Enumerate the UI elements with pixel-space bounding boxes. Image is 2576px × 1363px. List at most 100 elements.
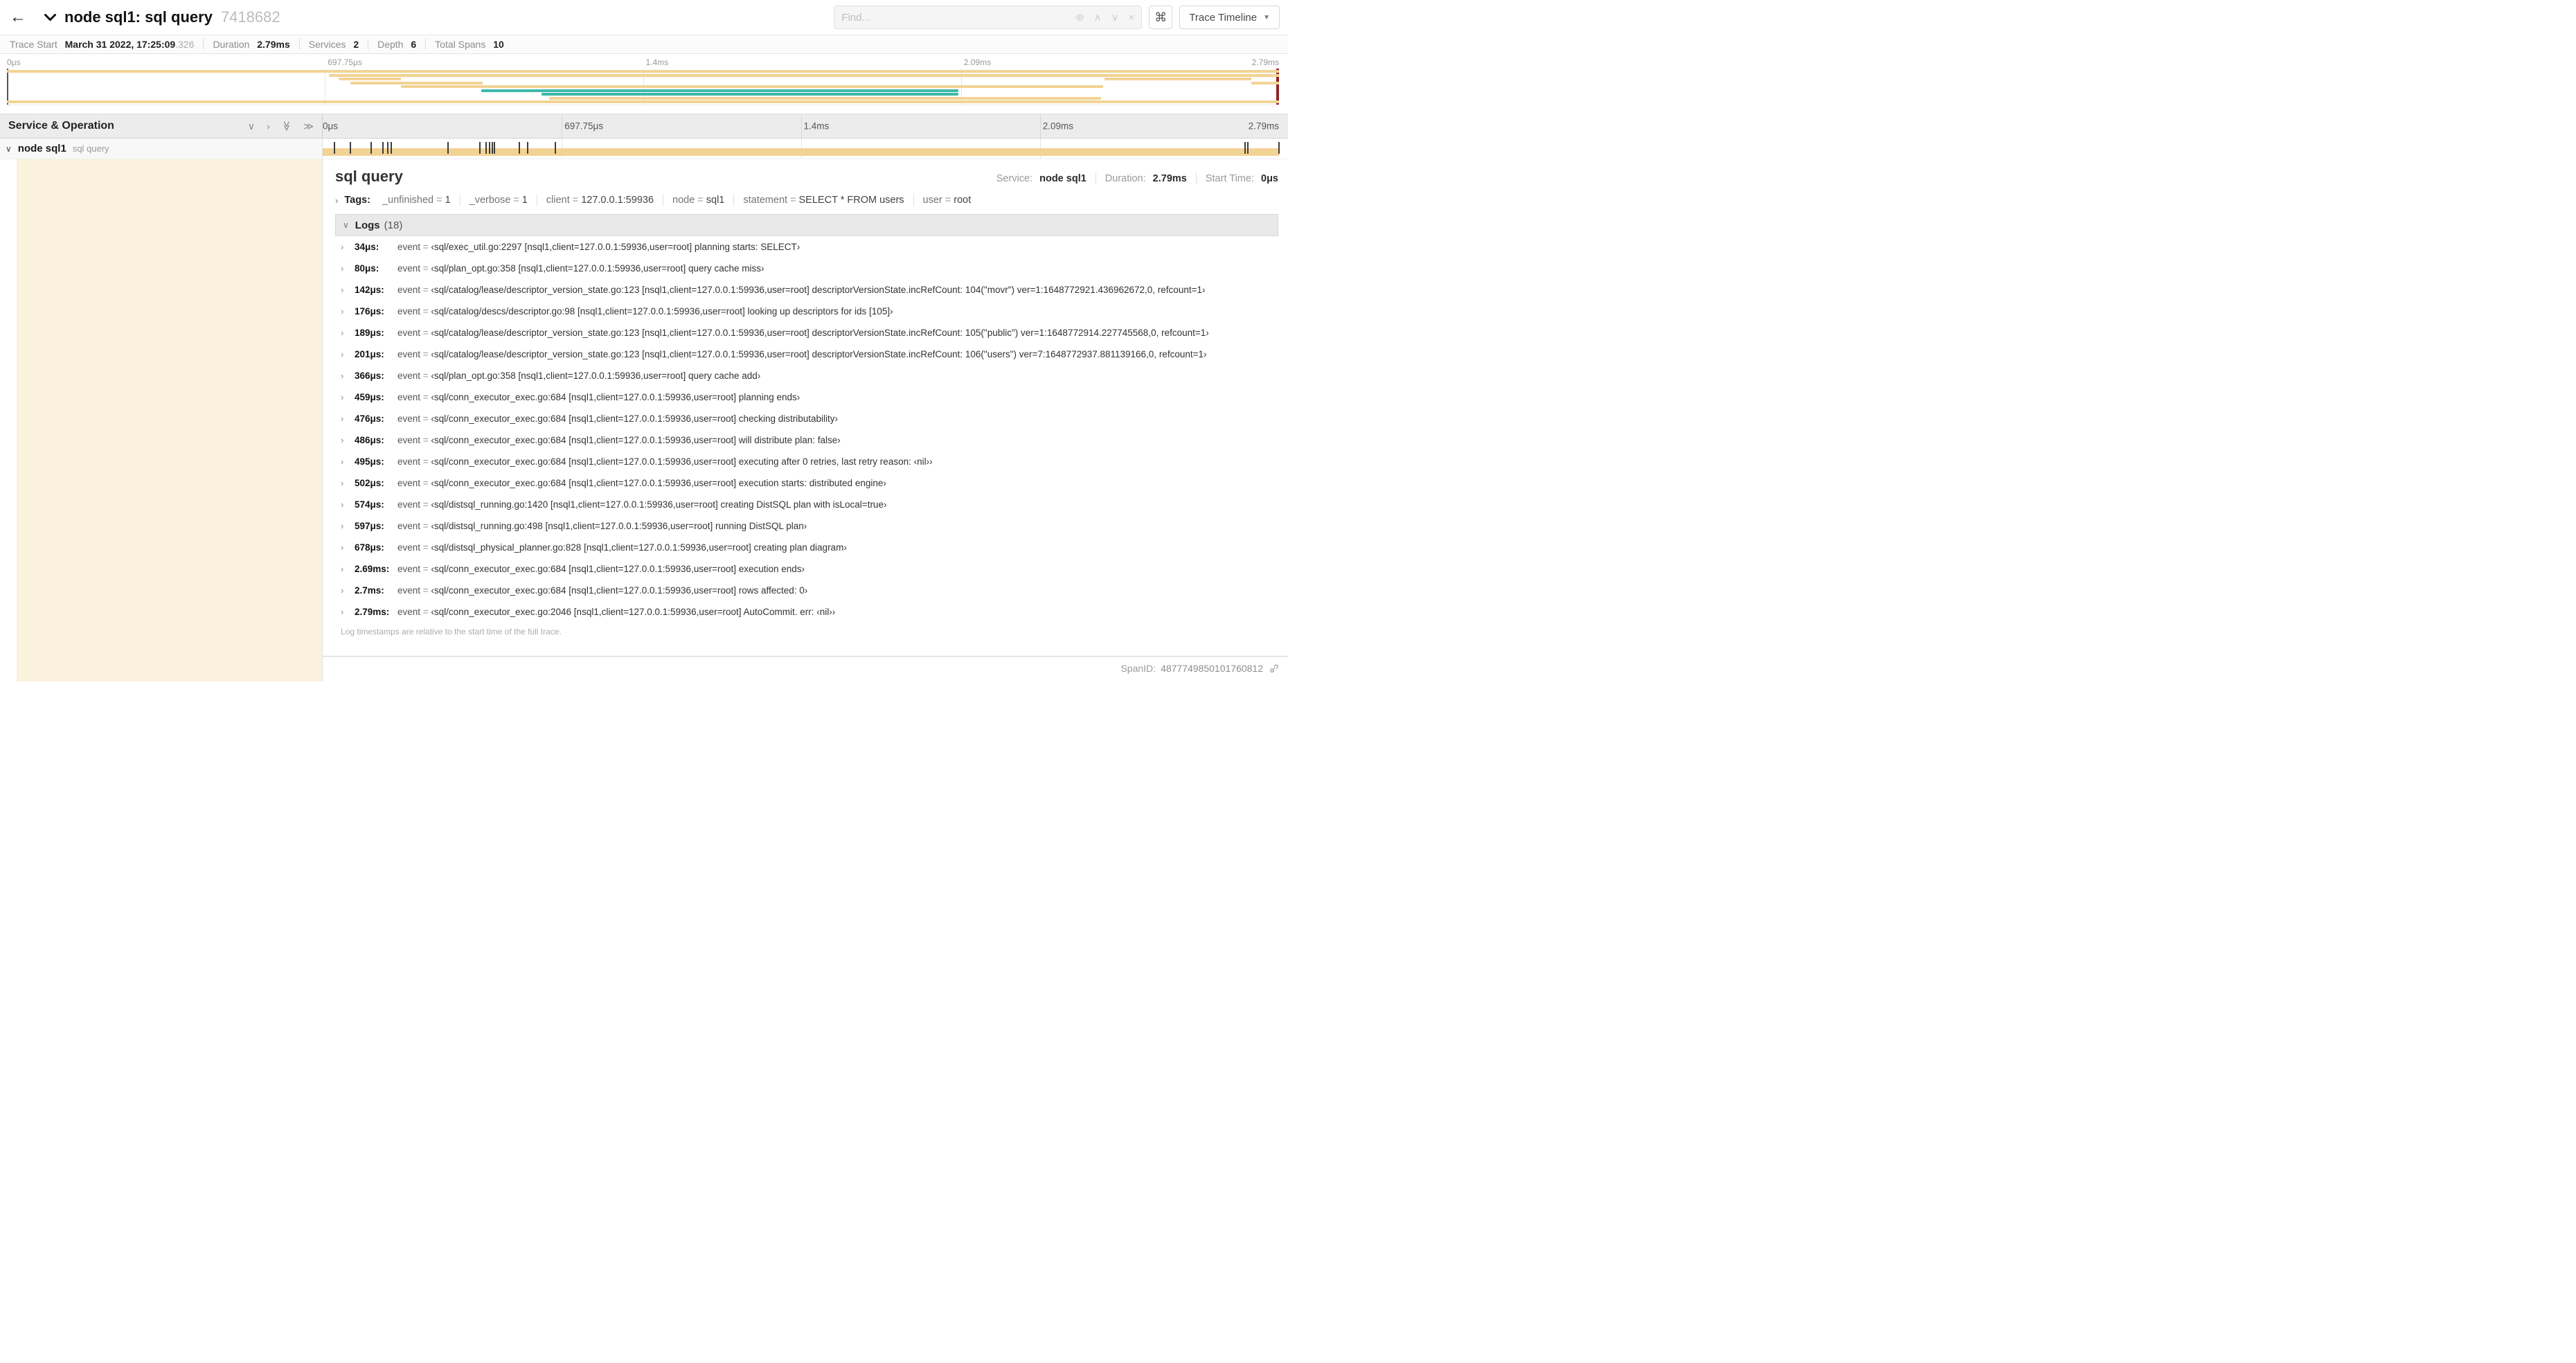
log-event: event = ‹sql/catalog/lease/descriptor_ve… [397, 285, 1206, 295]
chevron-right-icon[interactable]: › [341, 564, 355, 574]
log-row[interactable]: › 2.79ms: event = ‹sql/conn_executor_exe… [341, 601, 1278, 623]
tag-key: node [672, 195, 695, 206]
minimap-left-scrubber[interactable] [7, 69, 8, 105]
log-event: event = ‹sql/conn_executor_exec.go:684 [… [397, 413, 839, 424]
chevron-down-icon[interactable]: ∨ [6, 144, 12, 154]
collapse-all-icon[interactable]: ∨ [248, 121, 255, 131]
log-timestamp: 459μs: [355, 392, 384, 402]
log-event: event = ‹sql/catalog/descs/descriptor.go… [397, 306, 893, 317]
back-arrow-icon: ← [10, 8, 26, 26]
collapse-one-icon[interactable]: ≫ [281, 121, 292, 132]
log-row[interactable]: › 142μs: event = ‹sql/catalog/lease/desc… [341, 279, 1278, 301]
minimap-span [350, 81, 483, 84]
minimap-span [541, 93, 959, 96]
chevron-right-icon[interactable]: › [341, 435, 355, 445]
logs-header[interactable]: ∨ Logs (18) [335, 214, 1278, 236]
log-timestamp: 80μs: [355, 263, 379, 274]
chevron-right-icon[interactable]: › [341, 371, 355, 381]
log-event: event = ‹sql/conn_executor_exec.go:2046 … [397, 607, 836, 617]
summary-suffix: .326 [175, 39, 195, 50]
log-row[interactable]: › 502μs: event = ‹sql/conn_executor_exec… [341, 472, 1278, 494]
collapse-header-chevron-icon[interactable] [44, 13, 56, 21]
chevron-right-icon[interactable]: › [341, 456, 355, 467]
clear-icon[interactable]: × [1129, 12, 1135, 24]
log-row[interactable]: › 366μs: event = ‹sql/plan_opt.go:358 [n… [341, 365, 1278, 386]
link-icon[interactable] [1268, 663, 1278, 674]
log-timestamp: 678μs: [355, 542, 384, 553]
tags-row[interactable]: › Tags: _unfinished = 1 _verbose = 1 client =… [335, 195, 1278, 206]
find-controls: ⊕ ∧ ∨ × [1075, 11, 1134, 24]
log-event: event = ‹sql/plan_opt.go:358 [nsql1,clie… [397, 371, 761, 381]
log-row[interactable]: › 678μs: event = ‹sql/distsql_physical_p… [341, 537, 1278, 558]
log-marker-tick [526, 142, 528, 154]
chevron-right-icon[interactable]: › [341, 285, 355, 295]
log-marker-tick [447, 142, 449, 154]
chevron-right-icon[interactable]: › [341, 242, 355, 252]
meta-label: Duration: [1104, 173, 1146, 184]
summary-item: Duration 2.79ms [203, 39, 298, 50]
chevron-right-icon[interactable]: › [341, 349, 355, 359]
log-row[interactable]: › 486μs: event = ‹sql/conn_executor_exec… [341, 429, 1278, 451]
chevron-down-icon[interactable]: ∨ [1111, 11, 1119, 24]
log-event: event = ‹sql/catalog/lease/descriptor_ve… [397, 328, 1209, 338]
summary-value: 2.79ms [257, 39, 290, 50]
log-row[interactable]: › 201μs: event = ‹sql/catalog/lease/desc… [341, 344, 1278, 365]
minimap-span [339, 78, 402, 80]
focus-match-icon[interactable]: ⊕ [1075, 11, 1084, 24]
back-button[interactable]: ← [10, 8, 33, 27]
summary-item: Services 2 [298, 39, 368, 50]
meta-item: Duration: 2.79ms [1095, 173, 1187, 184]
expand-one-icon[interactable]: ≫ [303, 121, 314, 131]
log-marker-tick [485, 142, 487, 154]
log-marker-tick [1247, 142, 1249, 154]
log-timestamp: 189μs: [355, 328, 384, 338]
log-row[interactable]: › 176μs: event = ‹sql/catalog/descs/desc… [341, 301, 1278, 322]
chevron-right-icon[interactable]: › [341, 413, 355, 424]
keyboard-shortcuts-button[interactable]: ⌘ [1149, 6, 1173, 29]
equals-sign: = [513, 195, 519, 206]
logs-list: › 34μs: event = ‹sql/exec_util.go:2297 [… [335, 236, 1278, 623]
chevron-right-icon[interactable]: › [341, 478, 355, 488]
log-row[interactable]: › 597μs: event = ‹sql/distsql_running.go… [341, 515, 1278, 537]
log-marker-tick [1278, 142, 1280, 154]
minimap-canvas[interactable] [7, 69, 1279, 105]
log-row[interactable]: › 459μs: event = ‹sql/conn_executor_exec… [341, 386, 1278, 408]
chevron-right-icon[interactable]: › [341, 306, 355, 317]
chevron-right-icon[interactable]: › [341, 542, 355, 553]
find-input[interactable] [841, 11, 1075, 24]
log-row[interactable]: › 189μs: event = ‹sql/catalog/lease/desc… [341, 322, 1278, 344]
log-row[interactable]: › 2.69ms: event = ‹sql/conn_executor_exe… [341, 558, 1278, 580]
chevron-right-icon[interactable]: › [341, 521, 355, 531]
span-meta: Service: node sql1 Duration: 2.79ms Star… [987, 173, 1278, 184]
log-timestamp: 2.69ms: [355, 564, 390, 574]
log-marker-tick [1244, 142, 1246, 154]
chevron-right-icon[interactable]: › [341, 499, 355, 510]
span-bar-area[interactable] [323, 139, 1288, 159]
log-row[interactable]: › 495μs: event = ‹sql/conn_executor_exec… [341, 451, 1278, 472]
summary-label: Total Spans [435, 39, 486, 50]
log-row[interactable]: › 574μs: event = ‹sql/distsql_running.go… [341, 494, 1278, 515]
chevron-right-icon[interactable]: › [341, 392, 355, 402]
chevron-right-icon[interactable]: › [341, 585, 355, 596]
chevron-right-icon[interactable]: › [341, 328, 355, 338]
chevron-right-icon[interactable]: › [341, 607, 355, 617]
span-row-label[interactable]: ∨ node sql1 sql query [0, 139, 323, 159]
log-event: event = ‹sql/exec_util.go:2297 [nsql1,cl… [397, 242, 800, 252]
log-row[interactable]: › 2.7ms: event = ‹sql/conn_executor_exec… [341, 580, 1278, 601]
meta-value: 0μs [1261, 173, 1278, 184]
minimap-span [1251, 81, 1279, 84]
expand-all-icon[interactable]: › [267, 121, 270, 131]
summary-value: 2 [353, 39, 359, 50]
log-row[interactable]: › 476μs: event = ‹sql/conn_executor_exec… [341, 408, 1278, 429]
chevron-right-icon[interactable]: › [341, 263, 355, 274]
detail-left-column [0, 159, 323, 682]
log-event: event = ‹sql/conn_executor_exec.go:684 [… [397, 392, 800, 402]
log-event: event = ‹sql/distsql_physical_planner.go… [397, 542, 847, 553]
minimap-span [548, 96, 1101, 100]
summary-value: 6 [411, 39, 417, 50]
span-duration-bar[interactable] [323, 148, 1279, 156]
chevron-up-icon[interactable]: ∧ [1094, 11, 1102, 24]
log-row[interactable]: › 80μs: event = ‹sql/plan_opt.go:358 [ns… [341, 258, 1278, 279]
trace-view-dropdown[interactable]: Trace Timeline ▼ [1179, 6, 1280, 29]
log-row[interactable]: › 34μs: event = ‹sql/exec_util.go:2297 [… [341, 236, 1278, 258]
